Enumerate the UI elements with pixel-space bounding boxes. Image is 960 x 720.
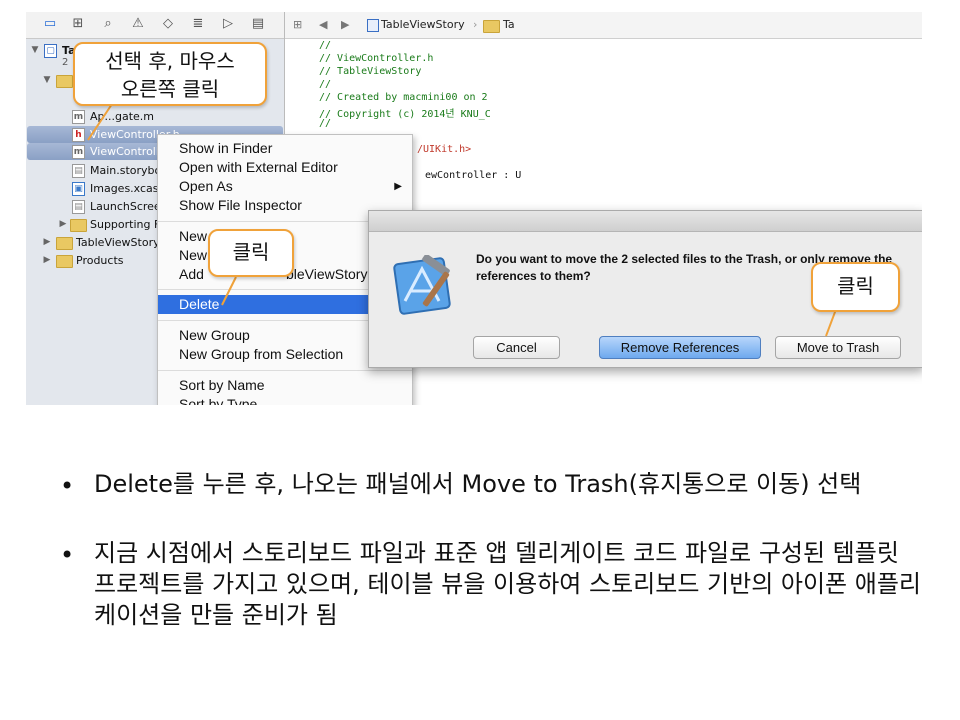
callout-line: 선택 후, 마우스 [105, 49, 235, 73]
callout-select-right-click: 선택 후, 마우스 오른쪽 클릭 [73, 42, 267, 106]
callout-pointer-line [87, 103, 113, 141]
bullet-icon: • [60, 541, 75, 569]
callout-click-delete: 클릭 [208, 229, 294, 277]
callout-click-trash: 클릭 [811, 262, 900, 312]
callout-pointer-line [221, 276, 237, 306]
bullet-text: Delete를 누른 후, 나오는 패널에서 Move to Trash(휴지통… [94, 470, 862, 498]
bullet-icon: • [60, 472, 75, 500]
callout-line: 오른쪽 클릭 [120, 77, 220, 101]
bullet-text: 지금 시점에서 스토리보드 파일과 표준 앱 델리게이트 코드 파일로 구성된 … [94, 539, 922, 629]
